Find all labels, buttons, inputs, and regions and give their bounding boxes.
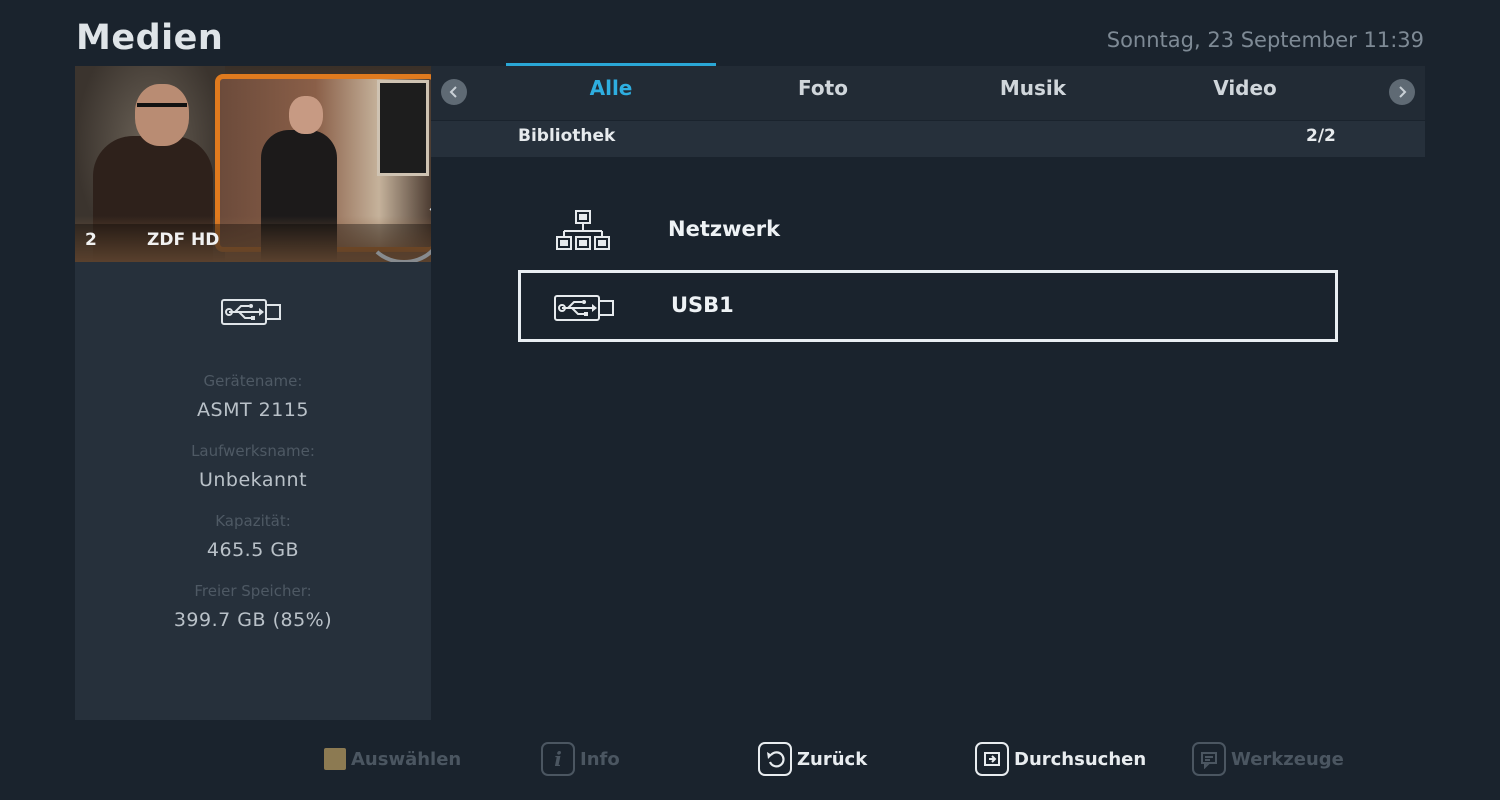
tab-prev-button[interactable] xyxy=(441,79,467,105)
back-label: Zurück xyxy=(797,748,868,770)
tools-label: Werkzeuge xyxy=(1231,748,1344,770)
browse-icon xyxy=(975,742,1009,776)
network-icon xyxy=(556,210,610,250)
chevron-left-icon xyxy=(449,86,457,98)
tools-button[interactable]: Werkzeuge xyxy=(1192,741,1344,777)
drive-name-value: Unbekannt xyxy=(198,469,308,491)
channel-caption-bar xyxy=(75,224,431,262)
channel-number: 2 xyxy=(85,230,97,250)
free-space-label: Freier Speicher: xyxy=(194,582,312,600)
browse-label: Durchsuchen xyxy=(1014,748,1147,770)
info-icon: i xyxy=(541,742,575,776)
tab-video[interactable]: Video xyxy=(1140,76,1350,100)
tab-alle[interactable]: Alle xyxy=(506,76,716,100)
page-title: Medien xyxy=(76,18,224,58)
capacity-value: 465.5 GB xyxy=(206,539,300,561)
select-button[interactable]: Auswählen xyxy=(324,741,461,777)
tab-next-button[interactable] xyxy=(1389,79,1415,105)
select-label: Auswählen xyxy=(351,748,462,770)
preview-glasses xyxy=(137,103,187,116)
yellow-key-icon xyxy=(324,748,346,770)
info-label: Info xyxy=(580,748,620,770)
chevron-right-icon xyxy=(1399,86,1407,98)
preview-window xyxy=(377,80,429,176)
preview-person-right-head xyxy=(289,96,323,134)
list-item-label: USB1 xyxy=(671,293,734,317)
tab-foto[interactable]: Foto xyxy=(718,76,928,100)
tv-preview[interactable]: 2 ZDF HD xyxy=(75,66,431,262)
back-button[interactable]: Zurück xyxy=(758,741,867,777)
usb-icon xyxy=(221,299,281,325)
list-item-usb1[interactable]: USB1 xyxy=(518,270,1338,342)
tools-icon xyxy=(1192,742,1226,776)
info-button[interactable]: i Info xyxy=(541,741,620,777)
library-label: Bibliothek xyxy=(518,126,616,146)
device-name-label: Gerätename: xyxy=(203,372,303,390)
date-time: Sonntag, 23 September 11:39 xyxy=(1106,28,1424,52)
page-indicator: 2/2 xyxy=(1306,126,1336,146)
active-tab-indicator xyxy=(506,63,716,66)
list-item-netzwerk[interactable]: Netzwerk xyxy=(518,193,1338,265)
free-space-value: 399.7 GB (85%) xyxy=(173,609,333,631)
usb-icon xyxy=(554,295,614,321)
drive-name-label: Laufwerksname: xyxy=(191,442,315,460)
device-name-value: ASMT 2115 xyxy=(197,399,309,421)
tab-musik[interactable]: Musik xyxy=(928,76,1138,100)
browse-button[interactable]: Durchsuchen xyxy=(975,741,1146,777)
back-icon xyxy=(758,742,792,776)
device-info-panel: 2 ZDF HD Gerätename: ASMT 2115 Laufwerks… xyxy=(75,66,431,720)
list-item-label: Netzwerk xyxy=(668,217,781,241)
capacity-label: Kapazität: xyxy=(215,512,291,530)
channel-name: ZDF HD xyxy=(147,230,220,250)
